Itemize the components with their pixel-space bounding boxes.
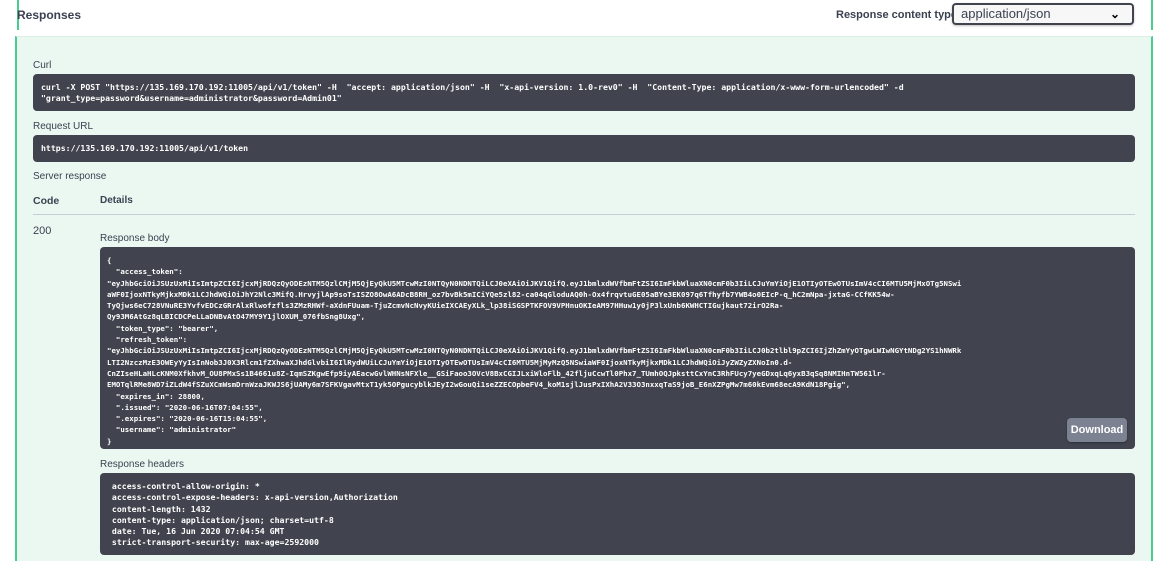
curl-label: Curl [33, 60, 52, 71]
responses-title: Responses [17, 8, 82, 22]
response-headers-label: Response headers [100, 459, 184, 470]
request-url-label: Request URL [33, 121, 94, 132]
request-url-value[interactable]: https://135.169.170.192:11005/api/v1/tok… [33, 135, 1135, 162]
content-type-label: Response content type [836, 9, 958, 21]
server-response-label: Server response [33, 171, 107, 182]
response-headers[interactable]: access-control-allow-origin: * access-co… [100, 473, 1135, 555]
response-body[interactable]: { "access_token": "eyJhbGciOiJSUzUxMiIsI… [100, 247, 1135, 449]
chevron-down-icon: ⌄ [1109, 7, 1120, 21]
content-type-select[interactable]: application/json ⌄ [952, 3, 1134, 25]
download-button[interactable]: Download [1067, 418, 1127, 442]
code-column-header: Code [33, 195, 60, 207]
details-column-header: Details [100, 195, 133, 206]
response-code: 200 [33, 225, 52, 237]
response-body-label: Response body [100, 233, 170, 244]
content-type-value: application/json [961, 6, 1051, 21]
table-divider [33, 214, 1135, 215]
curl-command[interactable]: curl -X POST "https://135.169.170.192:11… [33, 74, 1135, 111]
